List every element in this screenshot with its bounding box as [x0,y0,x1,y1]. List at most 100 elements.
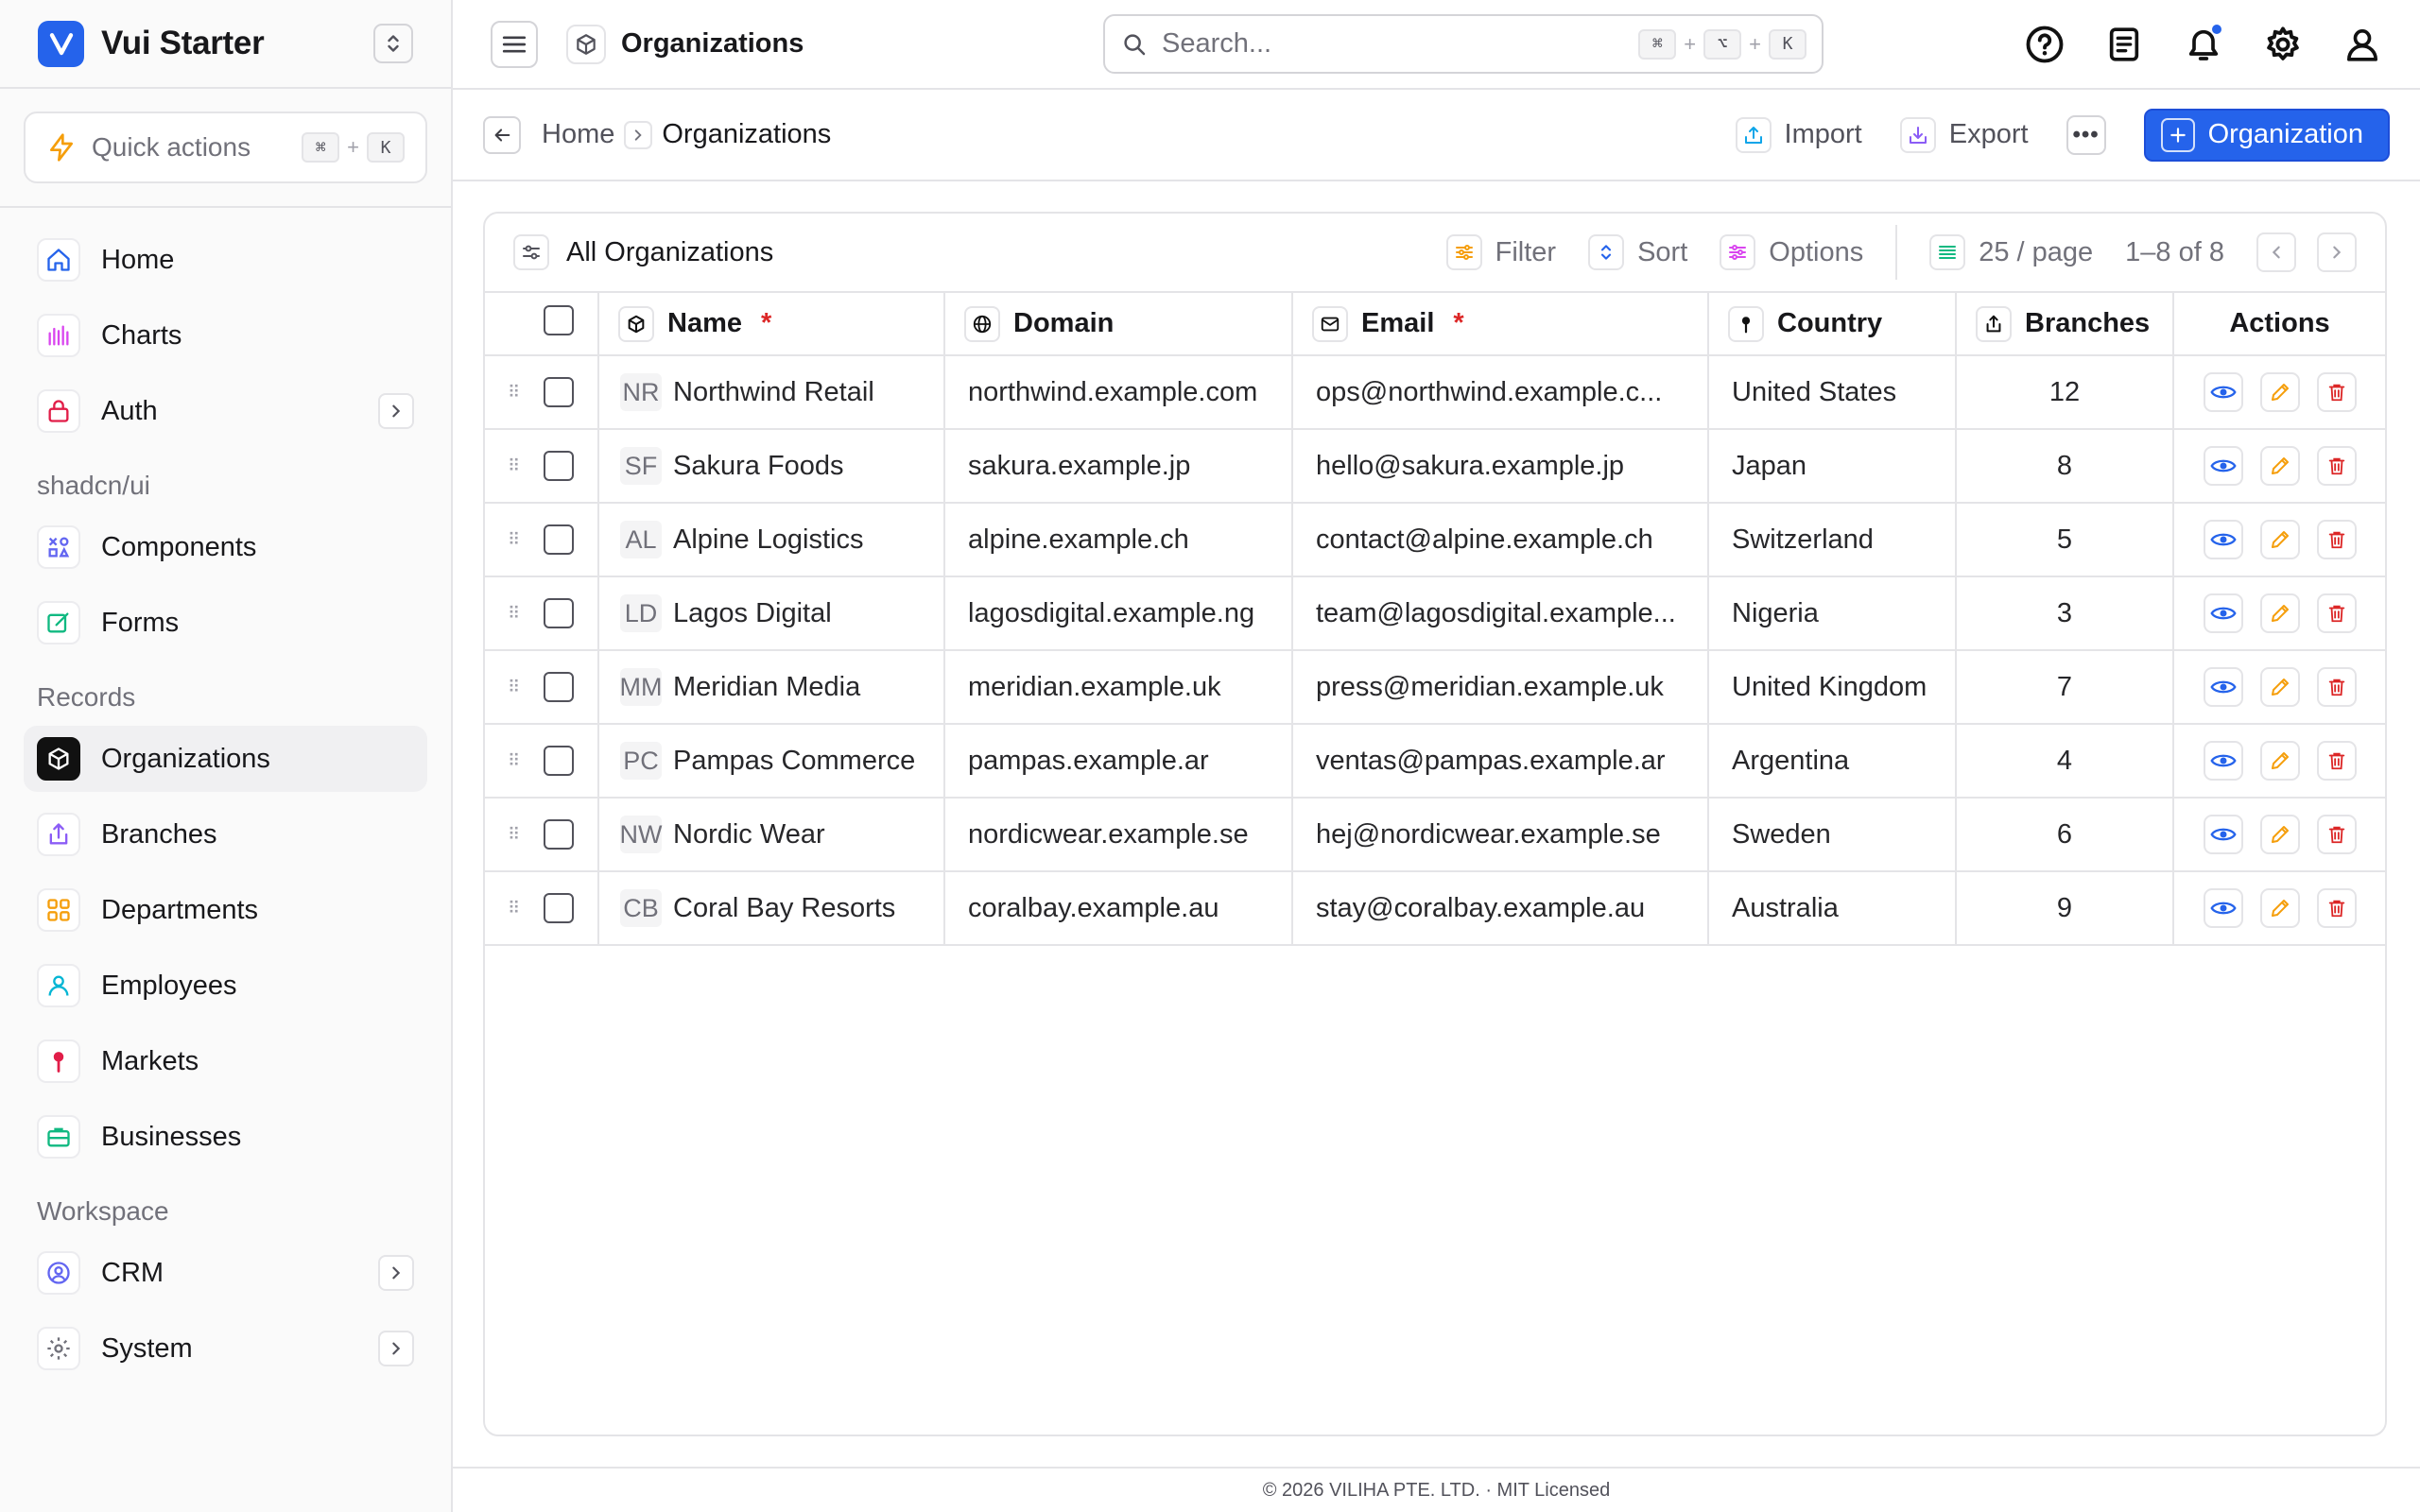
sidebar-item-charts[interactable]: Charts [24,302,427,369]
row-checkbox[interactable] [544,524,574,555]
bell-icon[interactable] [2182,22,2225,66]
row-checkbox[interactable] [544,451,574,481]
row-checkbox[interactable] [544,672,574,702]
row-checkbox[interactable] [544,377,574,407]
edit-button[interactable] [2259,741,2300,781]
delete-button[interactable] [2316,372,2357,412]
column-header-name[interactable]: Name * [598,293,945,356]
sidebar-item-label: Components [101,531,257,562]
column-header-domain[interactable]: Domain [944,293,1293,356]
drag-handle-icon[interactable]: ⠿ [508,678,521,697]
delete-button[interactable] [2316,446,2357,486]
table-row[interactable]: ⠿ MM Meridian Media meridian.example.uk … [485,650,2385,725]
edit-button[interactable] [2259,667,2300,707]
options-button[interactable]: Options [1720,234,1863,270]
sidebar-item-home[interactable]: Home [24,227,427,293]
select-all-checkbox[interactable] [544,304,574,335]
back-button[interactable] [483,115,521,154]
sidebar-item-forms[interactable]: Forms [24,590,427,656]
table-row[interactable]: ⠿ SF Sakura Foods sakura.example.jp hell… [485,429,2385,504]
edit-button[interactable] [2259,520,2300,559]
table-row[interactable]: ⠿ AL Alpine Logistics alpine.example.ch … [485,503,2385,577]
drag-handle-icon[interactable]: ⠿ [508,456,521,476]
column-header-country[interactable]: Country [1708,293,1957,356]
sidebar-item-markets[interactable]: Markets [24,1028,427,1094]
page-size-select[interactable]: 25 / page [1929,234,2093,270]
view-button[interactable] [2203,667,2243,707]
arrow-left-icon [494,128,510,142]
edit-button[interactable] [2259,888,2300,928]
sidebar-item-organizations[interactable]: Organizations [24,726,427,792]
drag-handle-icon[interactable]: ⠿ [508,751,521,771]
delete-button[interactable] [2316,593,2357,633]
delete-button[interactable] [2316,815,2357,854]
drag-handle-icon[interactable]: ⠿ [508,604,521,624]
view-button[interactable] [2203,888,2243,928]
add-organization-button[interactable]: Organization [2143,108,2390,162]
drag-handle-icon[interactable]: ⠿ [508,899,521,919]
delete-button[interactable] [2316,520,2357,559]
edit-button[interactable] [2259,372,2300,412]
sidebar-item-system[interactable]: System [24,1315,427,1382]
sliders-icon[interactable] [513,234,549,270]
sidebar-item-departments[interactable]: Departments [24,877,427,943]
quick-actions-button[interactable]: Quick actions ⌘ + K [24,112,427,183]
pin-icon [1728,305,1764,342]
more-button[interactable]: ••• [2066,114,2106,155]
search-input[interactable] [1162,28,1521,60]
sidebar-item-crm[interactable]: CRM [24,1240,427,1306]
help-icon[interactable] [2023,23,2066,66]
column-header-email[interactable]: Email * [1292,293,1709,356]
row-checkbox[interactable] [544,746,574,776]
search-box[interactable]: ⌘ + ⌥ + K [1103,14,1824,74]
view-button[interactable] [2203,815,2243,854]
sidebar-item-employees[interactable]: Employees [24,953,427,1019]
table-row[interactable]: ⠿ CB Coral Bay Resorts coralbay.example.… [485,871,2385,946]
chevron-right-icon[interactable] [378,1255,414,1291]
delete-button[interactable] [2316,667,2357,707]
view-button[interactable] [2203,372,2243,412]
settings-icon[interactable] [2261,23,2305,66]
delete-button[interactable] [2316,741,2357,781]
chevron-right-icon[interactable] [378,393,414,429]
import-button[interactable]: Import [1735,116,1862,153]
drag-handle-icon[interactable]: ⠿ [508,825,521,845]
view-button[interactable] [2203,593,2243,633]
view-button[interactable] [2203,446,2243,486]
brand-logo[interactable] [38,20,84,67]
table-row[interactable]: ⠿ NR Northwind Retail northwind.example.… [485,355,2385,430]
eye-icon [2209,459,2237,472]
view-button[interactable] [2203,741,2243,781]
table-row[interactable]: ⠿ NW Nordic Wear nordicwear.example.se h… [485,798,2385,872]
edit-button[interactable] [2259,593,2300,633]
edit-button[interactable] [2259,815,2300,854]
export-button[interactable]: Export [1899,116,2029,153]
account-icon[interactable] [2341,23,2384,66]
prev-page-button[interactable] [2256,232,2296,272]
sidebar-item-branches[interactable]: Branches [24,801,427,868]
column-header-branches[interactable]: Branches [1956,293,2174,356]
breadcrumb-home[interactable]: Home [542,119,614,150]
pencil-icon [2271,900,2289,917]
edit-button[interactable] [2259,446,2300,486]
menu-toggle-button[interactable] [491,20,538,68]
filter-button[interactable]: Filter [1445,234,1556,270]
sidebar-item-components[interactable]: Components [24,514,427,580]
chevron-right-icon[interactable] [378,1331,414,1366]
sort-button[interactable]: Sort [1588,234,1687,270]
sidebar-item-businesses[interactable]: Businesses [24,1104,427,1170]
drag-handle-icon[interactable]: ⠿ [508,530,521,550]
drag-handle-icon[interactable]: ⠿ [508,383,521,403]
delete-button[interactable] [2316,888,2357,928]
sidebar-item-auth[interactable]: Auth [24,378,427,444]
table-row[interactable]: ⠿ PC Pampas Commerce pampas.example.ar v… [485,724,2385,799]
next-page-button[interactable] [2317,232,2357,272]
row-checkbox[interactable] [544,893,574,923]
view-button[interactable] [2203,520,2243,559]
workspace-switch-button[interactable] [373,24,413,63]
upload-icon [1735,116,1772,153]
row-checkbox[interactable] [544,819,574,850]
row-checkbox[interactable] [544,598,574,628]
table-row[interactable]: ⠿ LD Lagos Digital lagosdigital.example.… [485,576,2385,651]
docs-icon[interactable] [2102,23,2146,66]
